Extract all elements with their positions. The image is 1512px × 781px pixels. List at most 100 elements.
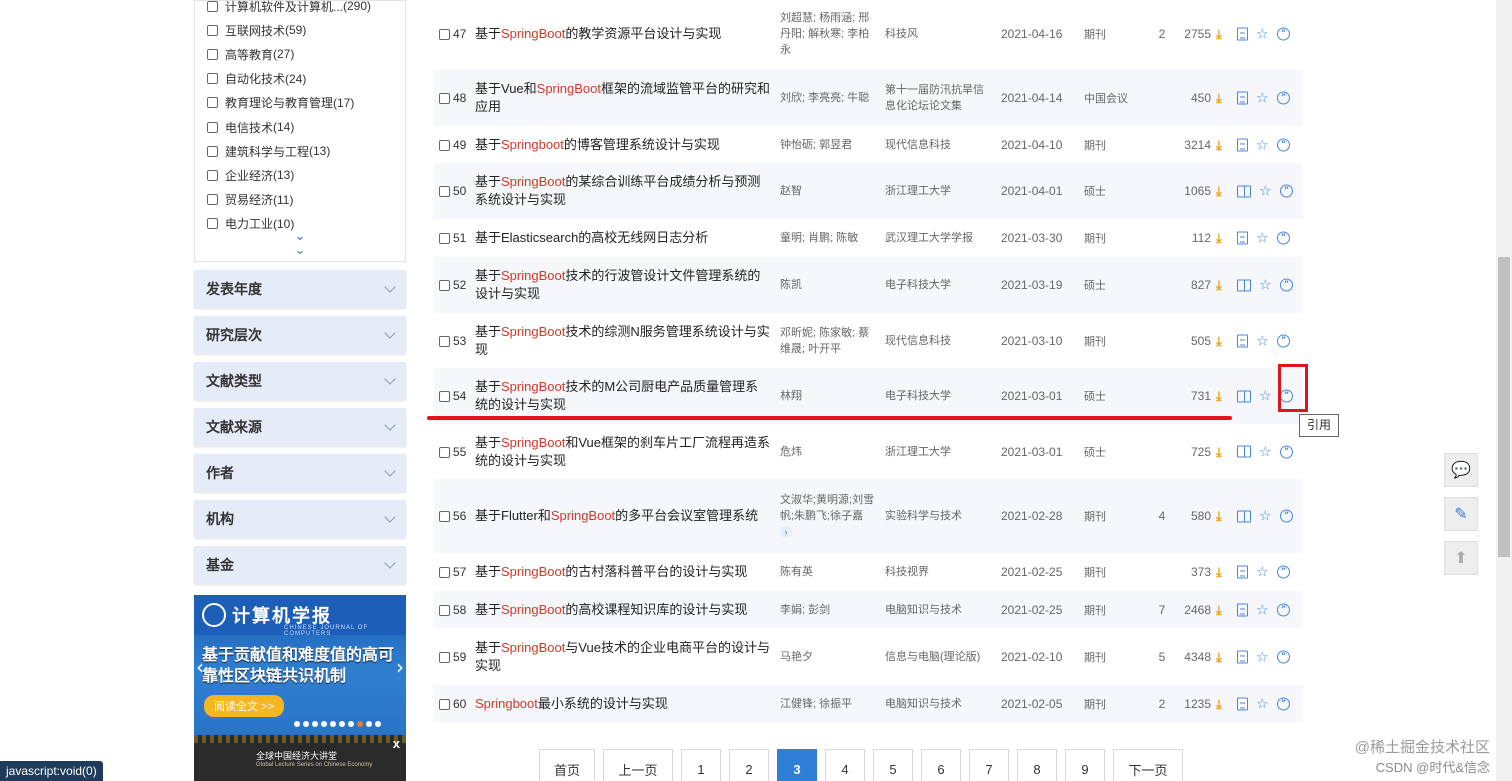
html-read-icon[interactable] (1237, 91, 1248, 105)
carousel-dot[interactable] (366, 721, 372, 727)
result-source[interactable]: 现代信息科技 (885, 137, 993, 153)
cite-icon[interactable] (1277, 27, 1290, 41)
result-source[interactable]: 电子科技大学 (885, 388, 993, 404)
result-title-link[interactable]: 基于SpringBoot的高校课程知识库的设计与实现 (475, 601, 770, 619)
download-icon[interactable] (1216, 28, 1229, 41)
result-title-link[interactable]: 基于SpringBoot的教学资源平台设计与实现 (475, 25, 770, 43)
page-button[interactable]: 6 (921, 749, 961, 781)
filter-section-3[interactable]: 文献来源 (194, 408, 406, 446)
filter-section-0[interactable]: 发表年度 (194, 270, 406, 308)
html-read-icon[interactable] (1237, 27, 1248, 41)
favorite-star-icon[interactable] (1256, 603, 1269, 616)
download-icon[interactable] (1216, 445, 1229, 458)
result-title-link[interactable]: 基于Vue和SpringBoot框架的流域监管平台的研究和应用 (475, 80, 770, 116)
row-checkbox[interactable] (439, 391, 450, 402)
journal-banner[interactable]: 计算机学报 CHINESE JOURNAL OF COMPUTERS 基于贡献值… (194, 595, 406, 735)
cite-icon[interactable] (1280, 184, 1293, 198)
html-read-icon[interactable] (1237, 138, 1248, 151)
result-source[interactable]: 现代信息科技 (885, 333, 993, 349)
feedback-icon[interactable]: 💬 (1444, 453, 1478, 487)
result-source[interactable]: 电子科技大学 (885, 277, 993, 293)
subject-filter-item[interactable]: 计算机软件及计算机... (290) (207, 0, 405, 18)
result-title-link[interactable]: 基于SpringBoot的某综合训练平台成绩分析与预测系统设计与实现 (475, 173, 770, 209)
filter-checkbox[interactable] (207, 73, 218, 85)
result-title-link[interactable]: 基于Elasticsearch的高校无线网日志分析 (475, 229, 770, 247)
expand-authors-icon[interactable]: › (780, 526, 792, 538)
download-icon[interactable] (1216, 279, 1229, 292)
filter-checkbox[interactable] (207, 218, 218, 230)
result-authors[interactable]: 江健锋; 徐振平 (780, 696, 876, 712)
favorite-star-icon[interactable] (1259, 279, 1272, 292)
result-title-link[interactable]: 基于SpringBoot与Vue技术的企业电商平台的设计与实现 (475, 639, 770, 675)
page-button[interactable]: 5 (873, 749, 913, 781)
download-icon[interactable] (1216, 92, 1229, 105)
online-read-icon[interactable] (1237, 279, 1251, 291)
download-icon[interactable] (1216, 334, 1229, 347)
result-cited-count[interactable]: 2 (1155, 697, 1169, 711)
page-scrollbar[interactable] (1496, 0, 1512, 781)
filter-checkbox[interactable] (207, 0, 218, 12)
row-checkbox[interactable] (439, 139, 450, 151)
favorite-star-icon[interactable] (1256, 232, 1269, 245)
favorite-star-icon[interactable] (1259, 185, 1272, 198)
row-checkbox[interactable] (439, 93, 450, 104)
favorite-star-icon[interactable] (1256, 697, 1269, 710)
favorite-star-icon[interactable] (1256, 28, 1269, 41)
filter-checkbox[interactable] (207, 194, 218, 206)
result-authors[interactable]: 邓昕妮; 陈家敏; 蔡维晟; 叶开平 (780, 325, 876, 357)
result-title-link[interactable]: 基于Springboot的博客管理系统设计与实现 (475, 136, 770, 154)
cite-icon[interactable] (1280, 445, 1293, 458)
result-title-link[interactable]: Springboot最小系统的设计与实现 (475, 695, 770, 713)
result-authors[interactable]: 文淑华;黄明源;刘雪帆;朱鹏飞;徐子嘉 › (780, 492, 876, 540)
edit-icon[interactable]: ✎ (1444, 497, 1478, 531)
page-button[interactable]: 8 (1017, 749, 1057, 781)
carousel-dot[interactable] (312, 721, 318, 727)
cite-icon[interactable] (1277, 138, 1290, 151)
subject-filter-item[interactable]: 企业经济 (13) (207, 163, 405, 187)
subject-filter-item[interactable]: 互联网技术 (59) (207, 18, 405, 42)
filter-checkbox[interactable] (207, 121, 218, 133)
result-title-link[interactable]: 基于SpringBoot技术的M公司厨电产品质量管理系统的设计与实现 (475, 378, 770, 414)
html-read-icon[interactable] (1237, 697, 1248, 710)
result-title-link[interactable]: 基于SpringBoot的古村落科普平台的设计与实现 (475, 563, 770, 581)
next-page-button[interactable]: 下一页 (1113, 749, 1183, 781)
filter-section-1[interactable]: 研究层次 (194, 316, 406, 354)
online-read-icon[interactable] (1237, 445, 1251, 458)
read-full-text-button[interactable]: 阅读全文 >> (204, 695, 284, 717)
subject-filter-item[interactable]: 电信技术 (14) (207, 115, 405, 139)
row-checkbox[interactable] (439, 335, 450, 347)
result-source[interactable]: 武汉理工大学学报 (885, 230, 993, 246)
banner-carousel-dots[interactable] (294, 721, 381, 727)
result-source[interactable]: 信息与电脑(理论版) (885, 649, 993, 665)
result-authors[interactable]: 危炜 (780, 444, 876, 460)
carousel-dot[interactable] (339, 721, 345, 727)
result-source[interactable]: 第十一届防汛抗旱信息化论坛论文集 (885, 82, 993, 114)
row-checkbox[interactable] (439, 567, 450, 578)
banner-prev-arrow-icon[interactable]: ‹ (196, 655, 204, 679)
html-read-icon[interactable] (1237, 565, 1248, 579)
result-title-link[interactable]: 基于SpringBoot技术的行波管设计文件管理系统的设计与实现 (475, 267, 770, 303)
carousel-dot[interactable] (303, 721, 309, 727)
result-title-link[interactable]: 基于Flutter和SpringBoot的多平台会议室管理系统 (475, 507, 770, 525)
carousel-dot[interactable] (294, 721, 300, 727)
favorite-star-icon[interactable] (1259, 510, 1272, 523)
download-icon[interactable] (1216, 138, 1229, 151)
carousel-dot-active[interactable] (357, 721, 363, 727)
subject-filter-item[interactable]: 贸易经济 (11) (207, 188, 405, 212)
html-read-icon[interactable] (1237, 650, 1248, 663)
row-checkbox[interactable] (439, 280, 450, 291)
cite-icon[interactable] (1277, 231, 1290, 245)
carousel-dot[interactable] (321, 721, 327, 727)
filter-checkbox[interactable] (207, 169, 218, 181)
html-read-icon[interactable] (1237, 231, 1248, 245)
favorite-star-icon[interactable] (1259, 390, 1272, 403)
page-button[interactable]: 7 (969, 749, 1009, 781)
double-chevron-down-icon[interactable]: ⌄ ⌄ (195, 229, 405, 257)
result-source[interactable]: 电脑知识与技术 (885, 696, 993, 712)
favorite-star-icon[interactable] (1256, 566, 1269, 579)
cite-icon[interactable] (1277, 565, 1290, 579)
filter-section-5[interactable]: 机构 (194, 500, 406, 538)
result-authors[interactable]: 李娟; 彭剑 (780, 602, 876, 618)
online-read-icon[interactable] (1237, 185, 1251, 197)
download-icon[interactable] (1216, 185, 1229, 198)
